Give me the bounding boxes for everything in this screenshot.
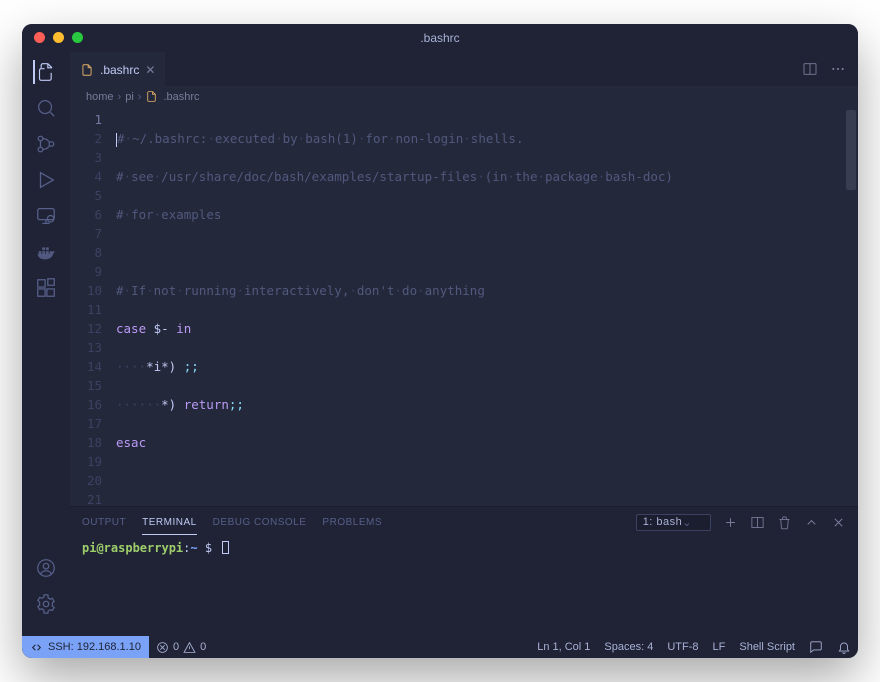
notifications-icon[interactable] xyxy=(830,640,858,654)
close-tab-icon[interactable]: ✕ xyxy=(145,63,155,77)
problems-status[interactable]: 0 0 xyxy=(149,641,213,654)
tab-bar: .bashrc ✕ xyxy=(70,52,858,86)
close-window-icon[interactable] xyxy=(34,32,45,43)
run-debug-icon[interactable] xyxy=(34,168,58,192)
app-window: .bashrc .bashrc ✕ xyxy=(22,24,858,658)
source-control-icon[interactable] xyxy=(34,132,58,156)
breadcrumb-segment[interactable]: home xyxy=(86,91,114,103)
kill-terminal-icon[interactable] xyxy=(777,515,792,530)
indentation[interactable]: Spaces: 4 xyxy=(597,640,660,654)
editor-group: .bashrc ✕ home › pi › .bashrc 1234567891… xyxy=(70,52,858,636)
close-panel-icon[interactable] xyxy=(831,515,846,530)
breadcrumb-segment[interactable]: pi xyxy=(125,91,134,103)
split-editor-icon[interactable] xyxy=(802,61,818,77)
terminal-cursor xyxy=(222,541,229,554)
chevron-down-icon: ⌄ xyxy=(682,516,692,529)
chevron-right-icon: › xyxy=(118,91,122,103)
chevron-right-icon: › xyxy=(138,91,142,103)
window-title: .bashrc xyxy=(420,31,459,45)
explorer-icon[interactable] xyxy=(33,60,57,84)
more-actions-icon[interactable] xyxy=(830,61,846,77)
remote-explorer-icon[interactable] xyxy=(34,204,58,228)
app-body: .bashrc ✕ home › pi › .bashrc 1234567891… xyxy=(22,52,858,636)
file-icon xyxy=(145,90,159,104)
encoding[interactable]: UTF-8 xyxy=(660,640,705,654)
search-icon[interactable] xyxy=(34,96,58,120)
tab-problems[interactable]: PROBLEMS xyxy=(322,517,382,528)
breadcrumbs[interactable]: home › pi › .bashrc xyxy=(70,86,858,108)
bottom-panel: OUTPUT TERMINAL DEBUG CONSOLE PROBLEMS 1… xyxy=(70,506,858,636)
zoom-window-icon[interactable] xyxy=(72,32,83,43)
status-bar: SSH: 192.168.1.10 0 0 Ln 1, Col 1 Spaces… xyxy=(22,636,858,658)
docker-icon[interactable] xyxy=(34,240,58,264)
panel-tabs: OUTPUT TERMINAL DEBUG CONSOLE PROBLEMS 1… xyxy=(70,507,858,537)
extensions-icon[interactable] xyxy=(34,276,58,300)
tab-output[interactable]: OUTPUT xyxy=(82,517,126,528)
tab-bashrc[interactable]: .bashrc ✕ xyxy=(70,52,165,86)
file-icon xyxy=(80,63,94,77)
traffic-lights xyxy=(34,32,83,43)
line-gutter[interactable]: 1234567891011121314151617181920212223 xyxy=(70,108,116,506)
breadcrumb-segment[interactable]: .bashrc xyxy=(163,91,199,103)
language-mode[interactable]: Shell Script xyxy=(732,640,802,654)
titlebar[interactable]: .bashrc xyxy=(22,24,858,52)
editor[interactable]: 1234567891011121314151617181920212223 #·… xyxy=(70,108,858,506)
accounts-icon[interactable] xyxy=(34,556,58,580)
tab-label: .bashrc xyxy=(100,63,139,77)
terminal[interactable]: pi@raspberrypi:~ $ xyxy=(70,537,858,636)
settings-gear-icon[interactable] xyxy=(34,592,58,616)
activity-bar xyxy=(22,52,70,636)
cursor-position[interactable]: Ln 1, Col 1 xyxy=(530,640,597,654)
tab-debug-console[interactable]: DEBUG CONSOLE xyxy=(213,517,307,528)
scrollbar[interactable] xyxy=(846,110,856,190)
minimize-window-icon[interactable] xyxy=(53,32,64,43)
split-terminal-icon[interactable] xyxy=(750,515,765,530)
feedback-icon[interactable] xyxy=(802,640,830,654)
new-terminal-icon[interactable] xyxy=(723,515,738,530)
terminal-selector[interactable]: 1: bash ⌄ xyxy=(636,514,711,531)
maximize-panel-icon[interactable] xyxy=(804,515,819,530)
remote-indicator[interactable]: SSH: 192.168.1.10 xyxy=(22,636,149,658)
code-area[interactable]: #·~/.bashrc:·executed·by·bash(1)·for·non… xyxy=(116,108,858,506)
tab-terminal[interactable]: TERMINAL xyxy=(142,517,197,535)
eol[interactable]: LF xyxy=(706,640,733,654)
